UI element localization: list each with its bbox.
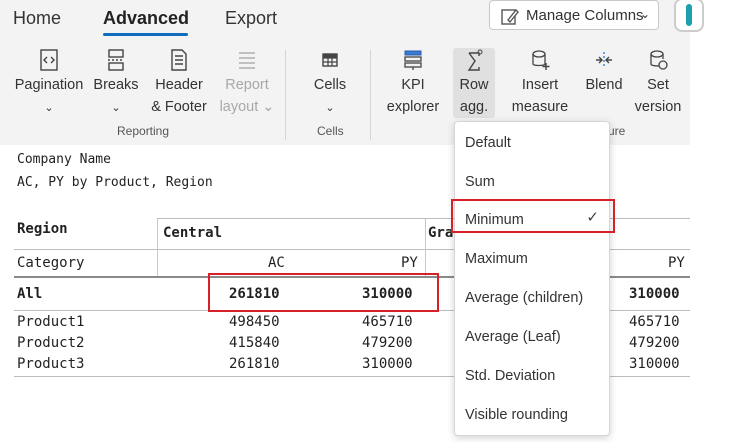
menu-item-average-children[interactable]: Average (children)	[465, 290, 583, 306]
tab-home[interactable]: Home	[13, 8, 61, 29]
pagination-icon	[14, 48, 84, 74]
kpi-explorer-button[interactable]: KPI explorer	[384, 48, 442, 118]
kpi-explorer-label-2: explorer	[386, 99, 440, 115]
cell-product2-py-right[interactable]: 479200	[629, 335, 680, 351]
menu-item-maximum[interactable]: Maximum	[465, 251, 528, 267]
column-header-py-right[interactable]: PY	[668, 255, 685, 271]
tab-export[interactable]: Export	[225, 8, 277, 29]
cells-label: Cells	[313, 77, 347, 93]
tab-advanced[interactable]: Advanced	[103, 8, 189, 29]
row-label-product1: Product1	[17, 314, 85, 330]
column-divider	[425, 218, 426, 276]
header-footer-icon	[148, 48, 210, 74]
app-logo[interactable]	[674, 0, 704, 32]
blend-label: Blend	[585, 77, 623, 93]
breaks-button[interactable]: Breaks ⌄	[93, 48, 139, 119]
set-version-button[interactable]: Set version	[633, 48, 683, 118]
row-aggregation-menu: Default Sum Minimum ✓ Maximum Average (c…	[454, 121, 610, 436]
row-label-all: All	[17, 286, 43, 302]
menu-item-visible-rounding[interactable]: Visible rounding	[465, 407, 568, 423]
cell-product1-py-right[interactable]: 465710	[629, 314, 680, 330]
cells-button[interactable]: Cells ⌄	[308, 48, 352, 119]
cell-product3-ac[interactable]: 261810	[229, 356, 280, 372]
column-divider	[157, 218, 158, 276]
report-subtitle: AC, PY by Product, Region	[17, 175, 213, 190]
cell-product1-ac[interactable]: 498450	[229, 314, 280, 330]
breaks-label: Breaks	[93, 77, 139, 93]
insert-measure-icon	[505, 48, 575, 74]
set-version-label-2: version	[634, 99, 682, 115]
region-header: Region	[17, 221, 68, 237]
group-label-reporting: Reporting	[117, 124, 170, 138]
blend-button[interactable]: Blend	[583, 48, 625, 96]
header-footer-label-1: Header	[155, 77, 203, 93]
edit-columns-icon	[500, 6, 520, 30]
report-layout-label-2: layout ⌄	[219, 99, 275, 115]
cell-product2-ac[interactable]: 415840	[229, 335, 280, 351]
cell-product3-py[interactable]: 310000	[362, 356, 413, 372]
manage-columns-button[interactable]: Manage Columns ⌄	[489, 0, 659, 30]
kpi-explorer-icon	[384, 48, 442, 74]
report-layout-button[interactable]: Report layout ⌄	[218, 48, 276, 118]
header-footer-label-2: & Footer	[151, 99, 207, 115]
chevron-down-icon: ⌄	[44, 102, 54, 114]
kpi-explorer-label-1: KPI	[401, 77, 425, 93]
pagination-label: Pagination	[14, 77, 84, 93]
insert-measure-label-1: Insert	[521, 77, 559, 93]
column-header-py[interactable]: PY	[401, 255, 418, 271]
highlight-all-values	[208, 273, 439, 312]
ribbon-separator	[370, 50, 371, 140]
set-version-icon	[633, 48, 683, 74]
set-version-label-1: Set	[647, 77, 669, 93]
row-label-product2: Product2	[17, 335, 85, 351]
highlight-minimum	[451, 199, 615, 233]
manage-columns-label: Manage Columns	[526, 7, 644, 24]
column-header-ac[interactable]: AC	[268, 255, 285, 271]
ribbon-separator	[285, 50, 286, 140]
row-label-product3: Product3	[17, 356, 85, 372]
blend-icon	[583, 48, 625, 74]
pagination-button[interactable]: Pagination ⌄	[14, 48, 84, 119]
group-label-cells: Cells	[317, 124, 344, 138]
report-layout-label-1: Report	[225, 77, 269, 93]
cell-all-py-right[interactable]: 310000	[629, 286, 680, 302]
menu-item-default[interactable]: Default	[465, 135, 511, 151]
company-name: Company Name	[17, 152, 111, 167]
chevron-down-icon: ⌄	[639, 7, 650, 21]
cell-product1-py[interactable]: 465710	[362, 314, 413, 330]
report-layout-icon	[218, 48, 276, 74]
sigma-icon	[453, 48, 495, 74]
column-group-partial[interactable]: Gra	[428, 225, 453, 241]
column-group-central[interactable]: Central	[163, 225, 222, 241]
chevron-down-icon: ⌄	[325, 102, 335, 114]
chevron-down-icon: ⌄	[111, 102, 121, 114]
cells-icon	[308, 48, 352, 74]
menu-item-sum[interactable]: Sum	[465, 174, 495, 190]
menu-item-std-deviation[interactable]: Std. Deviation	[465, 368, 555, 384]
cell-product3-py-right[interactable]: 310000	[629, 356, 680, 372]
row-agg-label-1: Row	[459, 77, 489, 93]
header-footer-button[interactable]: Header & Footer	[148, 48, 210, 118]
group-label-partial: ure	[608, 124, 626, 138]
cell-product2-py[interactable]: 479200	[362, 335, 413, 351]
breaks-icon	[93, 48, 139, 74]
menu-item-average-leaf[interactable]: Average (Leaf)	[465, 329, 561, 345]
row-aggregation-button[interactable]: Row agg. ⌄	[453, 48, 495, 137]
active-tab-indicator	[103, 33, 188, 36]
category-header: Category	[17, 255, 85, 271]
